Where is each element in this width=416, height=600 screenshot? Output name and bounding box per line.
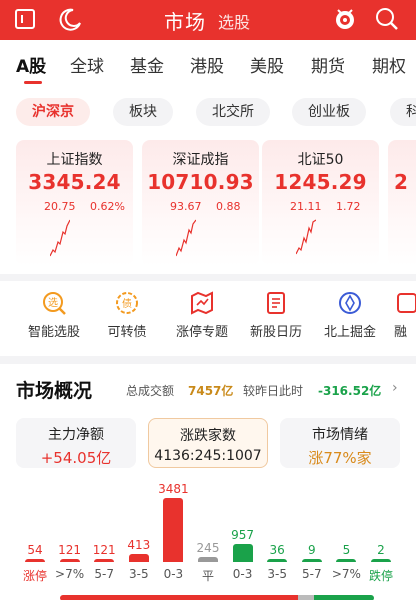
index-value: 3345.24 bbox=[28, 170, 121, 194]
tab-futures[interactable]: 期货 bbox=[311, 52, 345, 77]
distribution-bar bbox=[267, 559, 288, 562]
settings-box-icon[interactable] bbox=[12, 6, 38, 32]
advance-decline-distribution: 54 涨停 121 >7% 121 5-7 413 3-5 3481 0-3 245 平 957 0-3 3… bbox=[0, 482, 416, 584]
turnover-label: 总成交额 bbox=[126, 384, 175, 398]
index-name: 深证成指 bbox=[172, 152, 229, 168]
distribution-count: 2 bbox=[377, 543, 385, 557]
section-title: 市场概况 bbox=[16, 380, 93, 402]
stock-picker-tab[interactable]: 选股 bbox=[218, 9, 250, 33]
market-tabs: A股 全球 基金 港股 美股 期货 期权 bbox=[0, 40, 416, 90]
stat-value: +54.05亿 bbox=[40, 449, 112, 467]
distribution-bar bbox=[25, 559, 45, 562]
stat-label: 涨跌家数 bbox=[180, 428, 236, 444]
stat-value: 涨77%家 bbox=[308, 449, 372, 467]
compare-label: 较昨日此时 bbox=[243, 384, 304, 398]
page-title: 市场 bbox=[164, 10, 206, 34]
exchange-subtabs: 沪深京 板块 北交所 创业板 科 bbox=[0, 90, 416, 134]
index-cards: 上证指数 3345.24 20.75 0.62% 深证成指 10710.93 9… bbox=[0, 134, 416, 274]
tab-hk-stocks[interactable]: 港股 bbox=[190, 52, 224, 77]
shortcut-ipo-calendar[interactable]: 新股日历 bbox=[241, 290, 311, 340]
tab-global[interactable]: 全球 bbox=[70, 52, 104, 77]
margin-icon bbox=[397, 293, 416, 313]
distribution-bar bbox=[371, 559, 391, 562]
distribution-bar bbox=[301, 559, 322, 562]
stat-label: 主力净额 bbox=[48, 427, 104, 443]
svg-text:债: 债 bbox=[122, 297, 132, 310]
distribution-bar bbox=[198, 557, 218, 562]
subtab-sectors[interactable]: 板块 bbox=[113, 98, 173, 126]
diamond-coin-icon bbox=[339, 292, 361, 314]
shortcut-label: 新股日历 bbox=[249, 325, 302, 340]
index-percent: 0.88 bbox=[216, 200, 241, 213]
tab-options[interactable]: 期权 bbox=[372, 52, 406, 77]
smart-picker-icon: 选 bbox=[43, 292, 66, 315]
index-card-partial[interactable]: 2 bbox=[388, 140, 416, 266]
distribution-count: 3481 bbox=[158, 482, 189, 496]
distribution-count: 957 bbox=[231, 528, 255, 542]
shortcut-label: 北上掘金 bbox=[323, 325, 376, 340]
market-overview: 市场概况 总成交额 7457亿 较昨日此时 -316.52亿 › 主力净额 +5… bbox=[0, 364, 416, 600]
chevron-right-icon[interactable]: › bbox=[392, 380, 398, 396]
convertible-bond-icon: 债 bbox=[116, 292, 138, 314]
shortcut-limit-up[interactable]: 涨停专题 bbox=[167, 290, 237, 340]
subtab-bse[interactable]: 北交所 bbox=[196, 98, 270, 126]
partial-card-glyph: 2 bbox=[394, 170, 409, 194]
distribution-bar bbox=[232, 544, 253, 562]
sentiment-card[interactable]: 市场情绪 涨77%家 bbox=[280, 418, 400, 468]
shortcut-row: 选 智能选股 债 可转债 涨停专题 新股日历 北上掘金 融 bbox=[0, 281, 416, 356]
advance-decline-card[interactable]: 涨跌家数 4136:245:1007 bbox=[148, 418, 268, 468]
shortcut-label: 融 bbox=[394, 325, 408, 340]
shortcut-smart-picker[interactable]: 选 智能选股 bbox=[19, 290, 89, 340]
shortcut-label: 可转债 bbox=[107, 325, 147, 340]
index-card-shanghai[interactable]: 上证指数 3345.24 20.75 0.62% bbox=[16, 140, 133, 266]
sparkline-chart bbox=[176, 219, 196, 257]
index-value: 10710.93 bbox=[147, 170, 254, 194]
index-percent: 0.62% bbox=[90, 200, 125, 213]
distribution-label: 跌停 bbox=[368, 569, 393, 583]
distribution-bar bbox=[128, 554, 149, 562]
top-header: 市场 选股 bbox=[0, 0, 416, 40]
distribution-bar bbox=[336, 559, 357, 562]
distribution-bar bbox=[94, 559, 115, 562]
subtab-chinext[interactable]: 创业板 bbox=[292, 98, 366, 126]
sparkline-chart bbox=[50, 219, 70, 257]
stat-label: 市场情绪 bbox=[312, 427, 368, 443]
sparkline-chart bbox=[296, 219, 316, 255]
distribution-bar bbox=[163, 498, 184, 562]
search-icon[interactable] bbox=[374, 6, 400, 32]
distribution-count: 245 bbox=[196, 541, 220, 555]
subtab-star[interactable]: 科 bbox=[390, 98, 416, 126]
shortcut-northbound[interactable]: 北上掘金 bbox=[315, 290, 385, 340]
main-net-flow-card[interactable]: 主力净额 +54.05亿 bbox=[16, 418, 136, 468]
compare-value: -316.52亿 bbox=[318, 384, 382, 398]
stat-value: 4136:245:1007 bbox=[154, 448, 262, 464]
svg-text:选: 选 bbox=[48, 296, 58, 309]
index-card-bse50[interactable]: 北证50 1245.29 21.11 1.72 bbox=[262, 140, 379, 266]
shortcut-margin[interactable]: 融 bbox=[386, 290, 416, 340]
night-mode-icon[interactable] bbox=[58, 6, 84, 32]
distribution-count: 413 bbox=[127, 538, 151, 552]
tab-us-stocks[interactable]: 美股 bbox=[250, 52, 284, 77]
active-tab-indicator bbox=[24, 81, 42, 84]
distribution-bar bbox=[59, 559, 80, 562]
shortcut-label: 涨停专题 bbox=[175, 325, 228, 340]
index-name: 北证50 bbox=[297, 152, 344, 168]
index-name: 上证指数 bbox=[46, 152, 103, 168]
tab-funds[interactable]: 基金 bbox=[130, 52, 164, 77]
tab-a-shares[interactable]: A股 bbox=[16, 52, 46, 77]
index-change: 21.11 bbox=[290, 200, 322, 213]
map-topic-icon bbox=[191, 291, 213, 315]
shortcut-label: 智能选股 bbox=[27, 325, 80, 340]
index-change: 20.75 bbox=[44, 200, 76, 213]
turnover-value: 7457亿 bbox=[188, 384, 234, 398]
index-percent: 1.72 bbox=[336, 200, 361, 213]
calendar-doc-icon bbox=[267, 292, 285, 314]
advance-decline-ratio-bar bbox=[0, 595, 416, 600]
index-change: 93.67 bbox=[170, 200, 202, 213]
shortcut-convertible-bonds[interactable]: 债 可转债 bbox=[92, 290, 162, 340]
alert-bell-icon[interactable] bbox=[332, 6, 358, 32]
subtab-sh-sz-bj[interactable]: 沪深京 bbox=[16, 98, 90, 126]
index-value: 1245.29 bbox=[274, 170, 367, 194]
index-card-shenzhen[interactable]: 深证成指 10710.93 93.67 0.88 bbox=[142, 140, 259, 266]
